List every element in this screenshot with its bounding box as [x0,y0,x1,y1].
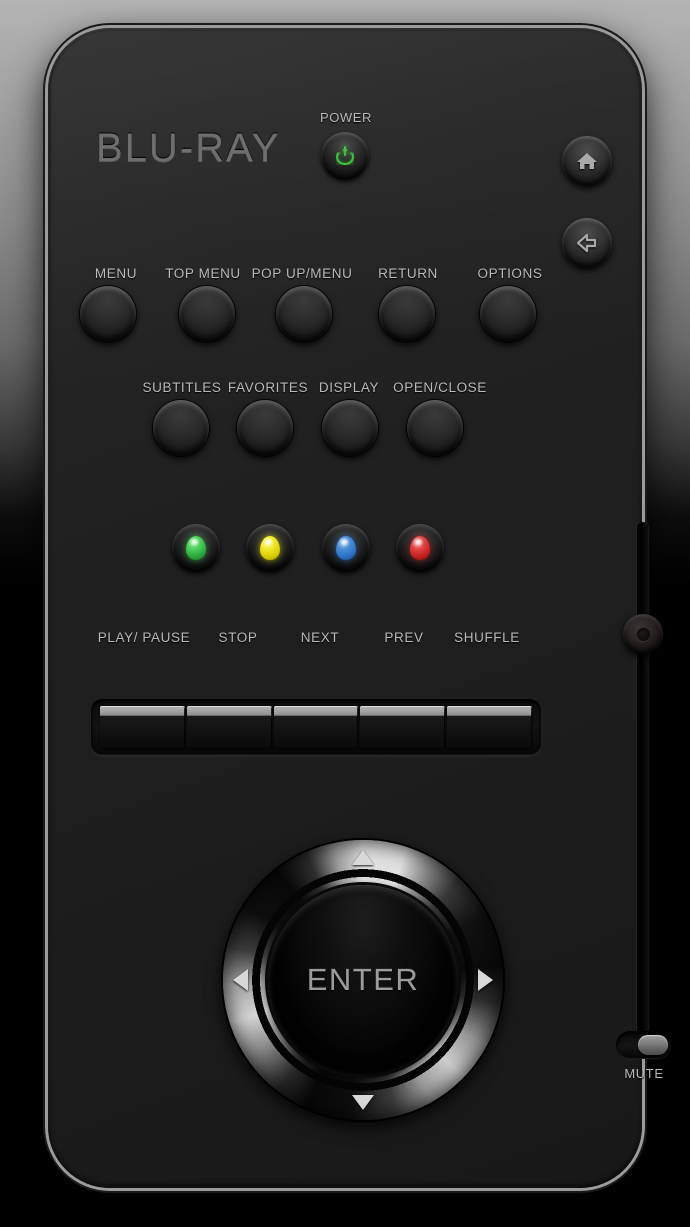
label-play-pause: PLAY/ PAUSE [97,630,191,645]
label-top-menu: TOP MENU [165,266,241,281]
label-shuffle: SHUFFLE [454,630,520,645]
mute-toggle-knob [638,1035,668,1055]
enter-button[interactable]: ENTER [268,885,458,1075]
favorites-button[interactable] [237,400,293,456]
red-button[interactable] [396,524,444,572]
label-prev: PREV [384,630,424,645]
menu-button[interactable] [80,286,136,342]
arrow-down-icon[interactable] [352,1095,374,1110]
red-led-icon [410,536,430,560]
stop-key[interactable] [186,706,272,748]
blue-led-icon [336,536,356,560]
display-button[interactable] [322,400,378,456]
yellow-button[interactable] [246,524,294,572]
transport-bar [92,700,540,754]
label-menu: MENU [94,266,138,281]
open-close-button[interactable] [407,400,463,456]
power-button[interactable] [321,132,369,180]
yellow-led-icon [260,536,280,560]
green-button[interactable] [172,524,220,572]
label-pop-up-menu: POP UP/MENU [251,266,353,281]
remote-body: BLU-RAY POWER MENU TOP MENU POP UP/MENU … [48,28,671,1188]
options-button[interactable] [480,286,536,342]
return-button[interactable] [379,286,435,342]
power-label: POWER [319,110,373,125]
back-button[interactable] [562,218,612,268]
label-display: DISPLAY [318,380,380,395]
pop-up-menu-button[interactable] [276,286,332,342]
arrow-left-icon[interactable] [233,969,248,991]
subtitles-button[interactable] [153,400,209,456]
label-subtitles: SUBTITLES [142,380,222,395]
label-next: NEXT [300,630,340,645]
arrow-right-icon[interactable] [478,969,493,991]
back-arrow-icon [576,233,597,253]
volume-slider-track[interactable] [637,522,648,1038]
label-open-close: OPEN/CLOSE [393,380,487,395]
remote-control-scene: BLU-RAY POWER MENU TOP MENU POP UP/MENU … [0,0,690,1227]
top-menu-button[interactable] [179,286,235,342]
arrow-up-icon[interactable] [352,850,374,865]
label-stop: STOP [218,630,258,645]
prev-key[interactable] [360,706,446,748]
home-button[interactable] [562,136,612,186]
mute-toggle[interactable] [617,1032,671,1058]
label-favorites: FAVORITES [227,380,309,395]
home-icon [577,153,597,169]
enter-label: ENTER [306,962,420,997]
brand-logo: BLU-RAY [96,126,281,170]
shuffle-key[interactable] [447,706,532,748]
power-icon [336,146,354,165]
play-pause-key[interactable] [100,706,185,748]
volume-slider-knob[interactable] [623,614,663,654]
next-key[interactable] [273,706,359,748]
mute-label: MUTE [624,1066,664,1081]
blue-button[interactable] [322,524,370,572]
label-options: OPTIONS [477,266,543,281]
green-led-icon [186,536,206,560]
dpad-navigation[interactable]: ENTER [223,840,503,1120]
label-return: RETURN [378,266,438,281]
